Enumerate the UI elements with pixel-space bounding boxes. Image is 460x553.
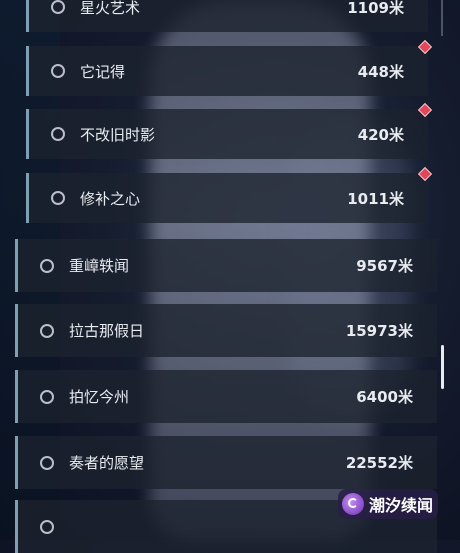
quest-distance: 22552米 <box>345 454 413 472</box>
quest-name: 重嶂轶闻 <box>69 257 130 275</box>
radio-circle-icon[interactable] <box>40 258 54 273</box>
radio-circle-icon[interactable] <box>40 389 54 404</box>
radio-circle-icon[interactable] <box>51 64 65 78</box>
quest-name: 星火艺术 <box>80 0 141 17</box>
radio-circle-icon[interactable] <box>51 191 65 205</box>
radio-circle-icon[interactable] <box>51 127 65 141</box>
watermark-text: 潮汐续闻 <box>369 496 434 515</box>
quest-row[interactable]: 奏者的愿望 22552米 <box>15 436 437 489</box>
radio-circle-icon[interactable] <box>40 519 54 534</box>
quest-name: 拉古那假日 <box>69 322 145 340</box>
quest-distance: 9567米 <box>356 257 413 275</box>
quest-name: 修补之心 <box>80 189 141 208</box>
quest-distance: 420米 <box>357 125 404 144</box>
new-marker-diamond-icon <box>417 166 433 182</box>
quest-row[interactable]: 它记得 448米 <box>26 39 433 96</box>
radio-circle-icon[interactable] <box>51 0 65 14</box>
quest-distance: 1011米 <box>347 189 404 208</box>
watermark-badge: 潮汐续闻 <box>338 489 438 519</box>
radio-circle-icon[interactable] <box>40 323 54 338</box>
quest-row[interactable]: 星火艺术 1109米 <box>26 0 428 32</box>
quest-distance: 15973米 <box>345 322 413 340</box>
quest-name: 奏者的愿望 <box>69 454 145 472</box>
quest-name: 不改旧时影 <box>80 125 156 144</box>
quest-row[interactable]: 重嶂轶闻 9567米 <box>15 239 437 292</box>
quest-distance: 448米 <box>357 62 404 81</box>
quest-row[interactable]: 拍忆今州 6400米 <box>15 370 437 423</box>
quest-row[interactable]: 修补之心 1011米 <box>26 166 433 223</box>
quest-row[interactable]: 拉古那假日 15973米 <box>15 304 437 357</box>
scrollbar-track <box>441 0 443 36</box>
quest-distance: 6400米 <box>356 388 413 406</box>
quest-list: 星火艺术 1109米 它记得 448米 不改旧时影 420米 修补之心 1011… <box>0 0 460 553</box>
quest-name: 拍忆今州 <box>69 388 130 406</box>
new-marker-diamond-icon <box>417 102 433 118</box>
quest-row[interactable]: 不改旧时影 420米 <box>26 102 433 159</box>
radio-circle-icon[interactable] <box>40 455 54 470</box>
logo-icon <box>342 493 364 515</box>
quest-distance: 1109米 <box>347 0 404 17</box>
quest-name: 它记得 <box>80 62 126 81</box>
new-marker-diamond-icon <box>417 39 433 55</box>
scrollbar-thumb[interactable] <box>441 345 444 389</box>
